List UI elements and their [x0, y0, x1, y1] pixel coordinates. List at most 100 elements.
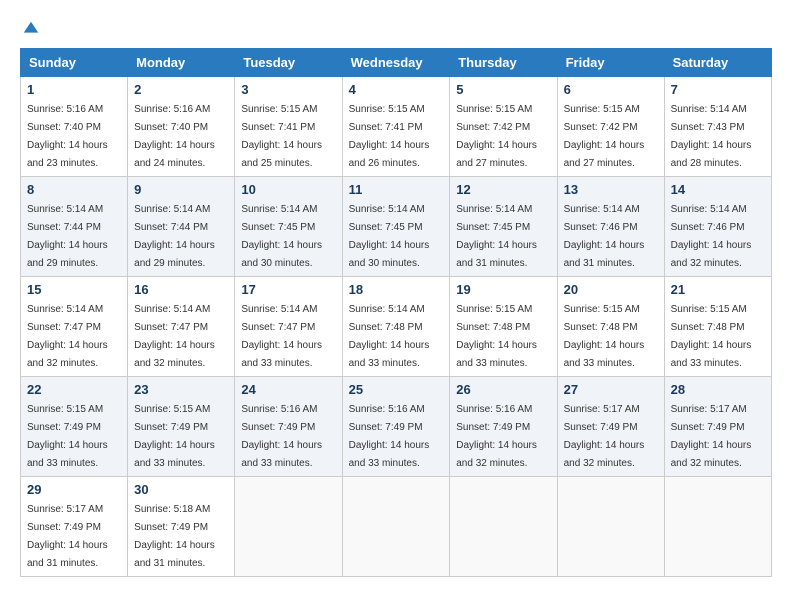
- calendar-day-cell: 26 Sunrise: 5:16 AMSunset: 7:49 PMDaylig…: [450, 377, 557, 477]
- day-info: Sunrise: 5:15 AMSunset: 7:42 PMDaylight:…: [456, 104, 537, 169]
- day-number: 2: [134, 82, 228, 97]
- day-info: Sunrise: 5:15 AMSunset: 7:48 PMDaylight:…: [671, 304, 752, 369]
- weekday-header-wednesday: Wednesday: [342, 49, 450, 77]
- day-info: Sunrise: 5:15 AMSunset: 7:49 PMDaylight:…: [134, 404, 215, 469]
- calendar-day-cell: 22 Sunrise: 5:15 AMSunset: 7:49 PMDaylig…: [21, 377, 128, 477]
- day-number: 26: [456, 382, 550, 397]
- day-number: 30: [134, 482, 228, 497]
- weekday-header-sunday: Sunday: [21, 49, 128, 77]
- calendar-day-cell: 18 Sunrise: 5:14 AMSunset: 7:48 PMDaylig…: [342, 277, 450, 377]
- calendar-week-row: 15 Sunrise: 5:14 AMSunset: 7:47 PMDaylig…: [21, 277, 772, 377]
- calendar-day-cell: 15 Sunrise: 5:14 AMSunset: 7:47 PMDaylig…: [21, 277, 128, 377]
- calendar-day-cell: [235, 477, 342, 577]
- day-info: Sunrise: 5:14 AMSunset: 7:47 PMDaylight:…: [27, 304, 108, 369]
- calendar-day-cell: 4 Sunrise: 5:15 AMSunset: 7:41 PMDayligh…: [342, 77, 450, 177]
- day-number: 5: [456, 82, 550, 97]
- calendar-day-cell: 27 Sunrise: 5:17 AMSunset: 7:49 PMDaylig…: [557, 377, 664, 477]
- calendar-day-cell: [664, 477, 771, 577]
- weekday-header-monday: Monday: [128, 49, 235, 77]
- day-info: Sunrise: 5:17 AMSunset: 7:49 PMDaylight:…: [27, 504, 108, 569]
- day-number: 27: [564, 382, 658, 397]
- calendar-day-cell: 24 Sunrise: 5:16 AMSunset: 7:49 PMDaylig…: [235, 377, 342, 477]
- calendar-day-cell: [450, 477, 557, 577]
- day-info: Sunrise: 5:14 AMSunset: 7:47 PMDaylight:…: [241, 304, 322, 369]
- day-number: 19: [456, 282, 550, 297]
- calendar-day-cell: 14 Sunrise: 5:14 AMSunset: 7:46 PMDaylig…: [664, 177, 771, 277]
- day-number: 1: [27, 82, 121, 97]
- calendar-day-cell: 29 Sunrise: 5:17 AMSunset: 7:49 PMDaylig…: [21, 477, 128, 577]
- day-info: Sunrise: 5:15 AMSunset: 7:49 PMDaylight:…: [27, 404, 108, 469]
- day-info: Sunrise: 5:14 AMSunset: 7:46 PMDaylight:…: [564, 204, 645, 269]
- calendar-day-cell: [557, 477, 664, 577]
- calendar-day-cell: 19 Sunrise: 5:15 AMSunset: 7:48 PMDaylig…: [450, 277, 557, 377]
- day-number: 28: [671, 382, 765, 397]
- weekday-header-saturday: Saturday: [664, 49, 771, 77]
- day-info: Sunrise: 5:16 AMSunset: 7:49 PMDaylight:…: [241, 404, 322, 469]
- calendar-day-cell: 28 Sunrise: 5:17 AMSunset: 7:49 PMDaylig…: [664, 377, 771, 477]
- calendar-day-cell: [342, 477, 450, 577]
- day-info: Sunrise: 5:14 AMSunset: 7:43 PMDaylight:…: [671, 104, 752, 169]
- day-number: 6: [564, 82, 658, 97]
- day-number: 7: [671, 82, 765, 97]
- day-info: Sunrise: 5:15 AMSunset: 7:48 PMDaylight:…: [456, 304, 537, 369]
- day-info: Sunrise: 5:14 AMSunset: 7:45 PMDaylight:…: [241, 204, 322, 269]
- day-number: 3: [241, 82, 335, 97]
- day-info: Sunrise: 5:16 AMSunset: 7:49 PMDaylight:…: [456, 404, 537, 469]
- calendar-day-cell: 23 Sunrise: 5:15 AMSunset: 7:49 PMDaylig…: [128, 377, 235, 477]
- day-info: Sunrise: 5:14 AMSunset: 7:44 PMDaylight:…: [27, 204, 108, 269]
- calendar-day-cell: 6 Sunrise: 5:15 AMSunset: 7:42 PMDayligh…: [557, 77, 664, 177]
- day-info: Sunrise: 5:17 AMSunset: 7:49 PMDaylight:…: [671, 404, 752, 469]
- day-info: Sunrise: 5:16 AMSunset: 7:40 PMDaylight:…: [27, 104, 108, 169]
- day-number: 9: [134, 182, 228, 197]
- day-info: Sunrise: 5:18 AMSunset: 7:49 PMDaylight:…: [134, 504, 215, 569]
- calendar-day-cell: 16 Sunrise: 5:14 AMSunset: 7:47 PMDaylig…: [128, 277, 235, 377]
- calendar-day-cell: 21 Sunrise: 5:15 AMSunset: 7:48 PMDaylig…: [664, 277, 771, 377]
- day-number: 8: [27, 182, 121, 197]
- day-number: 21: [671, 282, 765, 297]
- day-info: Sunrise: 5:15 AMSunset: 7:48 PMDaylight:…: [564, 304, 645, 369]
- day-info: Sunrise: 5:17 AMSunset: 7:49 PMDaylight:…: [564, 404, 645, 469]
- day-number: 22: [27, 382, 121, 397]
- calendar-day-cell: 9 Sunrise: 5:14 AMSunset: 7:44 PMDayligh…: [128, 177, 235, 277]
- calendar-day-cell: 1 Sunrise: 5:16 AMSunset: 7:40 PMDayligh…: [21, 77, 128, 177]
- day-number: 18: [349, 282, 444, 297]
- day-info: Sunrise: 5:14 AMSunset: 7:45 PMDaylight:…: [349, 204, 430, 269]
- day-number: 29: [27, 482, 121, 497]
- logo: [20, 20, 40, 38]
- day-number: 14: [671, 182, 765, 197]
- calendar-table: SundayMondayTuesdayWednesdayThursdayFrid…: [20, 48, 772, 577]
- calendar-day-cell: 2 Sunrise: 5:16 AMSunset: 7:40 PMDayligh…: [128, 77, 235, 177]
- day-info: Sunrise: 5:14 AMSunset: 7:45 PMDaylight:…: [456, 204, 537, 269]
- calendar-day-cell: 11 Sunrise: 5:14 AMSunset: 7:45 PMDaylig…: [342, 177, 450, 277]
- calendar-day-cell: 3 Sunrise: 5:15 AMSunset: 7:41 PMDayligh…: [235, 77, 342, 177]
- day-number: 10: [241, 182, 335, 197]
- day-info: Sunrise: 5:15 AMSunset: 7:41 PMDaylight:…: [241, 104, 322, 169]
- day-number: 11: [349, 182, 444, 197]
- day-info: Sunrise: 5:15 AMSunset: 7:42 PMDaylight:…: [564, 104, 645, 169]
- day-number: 4: [349, 82, 444, 97]
- day-info: Sunrise: 5:14 AMSunset: 7:48 PMDaylight:…: [349, 304, 430, 369]
- day-number: 25: [349, 382, 444, 397]
- day-number: 12: [456, 182, 550, 197]
- day-number: 24: [241, 382, 335, 397]
- weekday-header-thursday: Thursday: [450, 49, 557, 77]
- day-info: Sunrise: 5:16 AMSunset: 7:40 PMDaylight:…: [134, 104, 215, 169]
- page-header: [20, 20, 772, 38]
- calendar-day-cell: 7 Sunrise: 5:14 AMSunset: 7:43 PMDayligh…: [664, 77, 771, 177]
- calendar-day-cell: 30 Sunrise: 5:18 AMSunset: 7:49 PMDaylig…: [128, 477, 235, 577]
- calendar-week-row: 29 Sunrise: 5:17 AMSunset: 7:49 PMDaylig…: [21, 477, 772, 577]
- calendar-week-row: 8 Sunrise: 5:14 AMSunset: 7:44 PMDayligh…: [21, 177, 772, 277]
- day-info: Sunrise: 5:15 AMSunset: 7:41 PMDaylight:…: [349, 104, 430, 169]
- calendar-day-cell: 12 Sunrise: 5:14 AMSunset: 7:45 PMDaylig…: [450, 177, 557, 277]
- day-number: 17: [241, 282, 335, 297]
- day-info: Sunrise: 5:14 AMSunset: 7:44 PMDaylight:…: [134, 204, 215, 269]
- calendar-day-cell: 20 Sunrise: 5:15 AMSunset: 7:48 PMDaylig…: [557, 277, 664, 377]
- logo-icon: [22, 20, 40, 38]
- weekday-header-tuesday: Tuesday: [235, 49, 342, 77]
- calendar-day-cell: 25 Sunrise: 5:16 AMSunset: 7:49 PMDaylig…: [342, 377, 450, 477]
- calendar-day-cell: 17 Sunrise: 5:14 AMSunset: 7:47 PMDaylig…: [235, 277, 342, 377]
- calendar-day-cell: 5 Sunrise: 5:15 AMSunset: 7:42 PMDayligh…: [450, 77, 557, 177]
- day-number: 23: [134, 382, 228, 397]
- day-number: 15: [27, 282, 121, 297]
- weekday-header-row: SundayMondayTuesdayWednesdayThursdayFrid…: [21, 49, 772, 77]
